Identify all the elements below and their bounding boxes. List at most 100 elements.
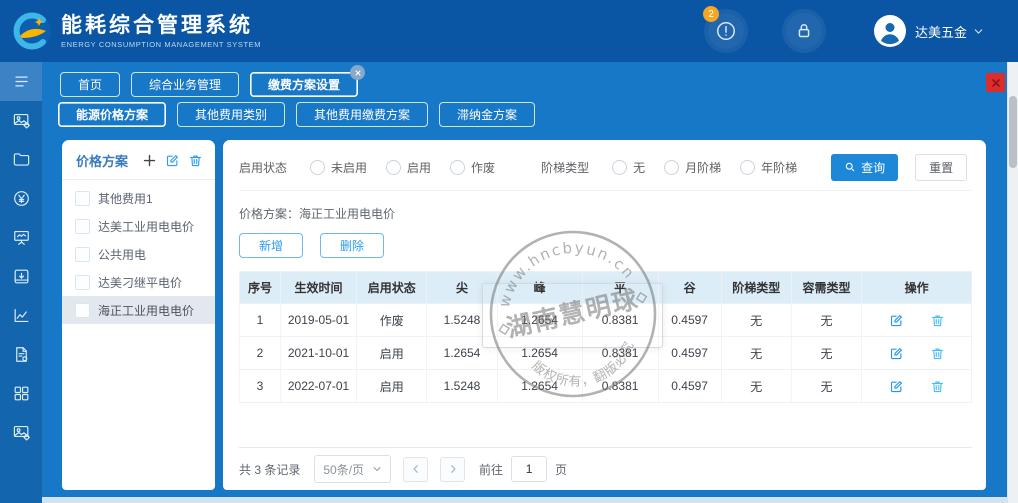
main-panel: 启用状态 未启用启用作废 阶梯类型 无月阶梯年阶梯 查询 重置 价格方案：海正工… <box>223 140 986 490</box>
scheme-list-item[interactable]: 其他费用1 <box>62 184 215 212</box>
app-logo-icon <box>12 11 52 51</box>
reset-button[interactable]: 重置 <box>915 154 967 181</box>
user-menu[interactable]: 达美五金 <box>874 15 984 47</box>
scheme-list-item[interactable]: 海正工业用电电价 <box>62 296 215 324</box>
delete-button[interactable]: 删除 <box>320 233 384 258</box>
record-count: 共 3 条记录 <box>239 461 300 478</box>
column-header: 阶梯类型 <box>721 272 791 304</box>
sidebar-item-6[interactable] <box>0 257 42 296</box>
table-cell: 2022-07-01 <box>280 370 356 403</box>
vertical-scrollbar-thumb[interactable] <box>1009 96 1017 168</box>
scheme-checkbox[interactable] <box>75 247 90 262</box>
search-button[interactable]: 查询 <box>831 154 898 181</box>
app-subtitle: ENERGY CONSUMPTION MANAGEMENT SYSTEM <box>61 40 261 49</box>
sidebar-item-1[interactable] <box>0 62 42 101</box>
image-gear-icon <box>12 423 31 442</box>
horizontal-scrollbar[interactable] <box>42 497 1008 503</box>
scheme-list-item[interactable]: 达美刁继平电价 <box>62 268 215 296</box>
folder-icon <box>12 150 31 169</box>
table-cell: 0.4597 <box>658 337 721 370</box>
tab-label: 能源价格方案 <box>76 106 148 123</box>
search-icon <box>844 161 856 173</box>
chevron-down-icon <box>372 464 382 474</box>
delete-icon[interactable] <box>930 346 945 361</box>
scheme-list-item[interactable]: 达美工业用电电价 <box>62 212 215 240</box>
goto-label: 前往 <box>479 461 503 478</box>
add-button[interactable]: 新增 <box>239 233 303 258</box>
sidebar-item-9[interactable] <box>0 374 42 413</box>
primary-tab[interactable]: 首页 <box>60 72 120 97</box>
table-cell: 1.2654 <box>497 370 582 403</box>
radio-icon <box>740 160 755 175</box>
next-page-button[interactable] <box>440 457 465 482</box>
close-tab-icon[interactable] <box>350 65 365 80</box>
ladder-type-radio[interactable]: 年阶梯 <box>740 159 797 176</box>
delete-icon[interactable] <box>930 313 945 328</box>
radio-label: 启用 <box>407 159 431 176</box>
line-chart-icon <box>12 306 31 325</box>
ladder-type-radio[interactable]: 月阶梯 <box>664 159 721 176</box>
edit-icon[interactable] <box>889 313 904 328</box>
scheme-checkbox[interactable] <box>75 219 90 234</box>
goto-page-input[interactable] <box>511 456 547 482</box>
table-cell: 0.8381 <box>582 304 658 337</box>
username: 达美五金 <box>915 22 967 41</box>
close-workspace-button[interactable] <box>986 73 1005 92</box>
operations-cell <box>862 337 972 370</box>
enable-status-radio[interactable]: 未启用 <box>310 159 367 176</box>
prev-page-button[interactable] <box>403 457 428 482</box>
operations-cell <box>862 370 972 403</box>
sidebar-item-3[interactable] <box>0 140 42 179</box>
sidebar-item-8[interactable] <box>0 335 42 374</box>
table-cell: 启用 <box>357 337 427 370</box>
column-header: 峰 <box>497 272 582 304</box>
enable-status-radio[interactable]: 启用 <box>386 159 431 176</box>
edit-icon[interactable] <box>889 346 904 361</box>
tab-label: 首页 <box>78 76 102 93</box>
sidebar <box>0 62 42 503</box>
sidebar-item-10[interactable] <box>0 413 42 452</box>
lock-button[interactable] <box>786 13 822 49</box>
table-cell: 无 <box>721 370 791 403</box>
enable-status-radio[interactable]: 作废 <box>450 159 495 176</box>
currency-yen-icon <box>12 189 31 208</box>
delete-scheme-icon[interactable] <box>188 153 203 168</box>
table-cell: 1.5248 <box>427 304 497 337</box>
scheme-item-label: 达美刁继平电价 <box>98 274 182 291</box>
tab-label: 其他费用类别 <box>195 106 267 123</box>
secondary-tab[interactable]: 其他费用缴费方案 <box>296 102 428 127</box>
table-row: 12019-05-01作废1.52481.26540.83810.4597无无 <box>240 304 972 337</box>
vertical-scrollbar[interactable] <box>1007 62 1018 503</box>
edit-scheme-icon[interactable] <box>165 153 180 168</box>
presentation-chart-icon <box>12 228 31 247</box>
folder-download-icon <box>12 267 31 286</box>
add-scheme-icon[interactable] <box>142 153 157 168</box>
scheme-list-item[interactable]: 公共用电 <box>62 240 215 268</box>
page-size-select[interactable]: 50条/页 <box>314 455 391 483</box>
edit-icon[interactable] <box>889 379 904 394</box>
sidebar-item-7[interactable] <box>0 296 42 335</box>
column-header: 谷 <box>658 272 721 304</box>
scheme-checkbox[interactable] <box>75 191 90 206</box>
tab-label: 缴费方案设置 <box>268 76 340 93</box>
column-header: 平 <box>582 272 658 304</box>
sidebar-item-4[interactable] <box>0 179 42 218</box>
notification-button[interactable]: 2 <box>708 13 744 49</box>
current-scheme-line: 价格方案：海正工业用电电价 <box>239 205 972 222</box>
primary-tab[interactable]: 综合业务管理 <box>131 72 239 97</box>
secondary-tab[interactable]: 滞纳金方案 <box>439 102 535 127</box>
ladder-type-radio[interactable]: 无 <box>612 159 645 176</box>
secondary-tab[interactable]: 其他费用类别 <box>177 102 285 127</box>
document-gear-icon <box>12 345 31 364</box>
delete-icon[interactable] <box>930 379 945 394</box>
sidebar-item-2[interactable] <box>0 101 42 140</box>
column-header: 序号 <box>240 272 281 304</box>
sidebar-item-5[interactable] <box>0 218 42 257</box>
table-cell: 2 <box>240 337 281 370</box>
scheme-item-label: 其他费用1 <box>98 190 153 207</box>
scheme-checkbox[interactable] <box>75 303 90 318</box>
secondary-tab[interactable]: 能源价格方案 <box>58 102 166 127</box>
radio-label: 无 <box>633 159 645 176</box>
primary-tab[interactable]: 缴费方案设置 <box>250 72 358 97</box>
scheme-checkbox[interactable] <box>75 275 90 290</box>
